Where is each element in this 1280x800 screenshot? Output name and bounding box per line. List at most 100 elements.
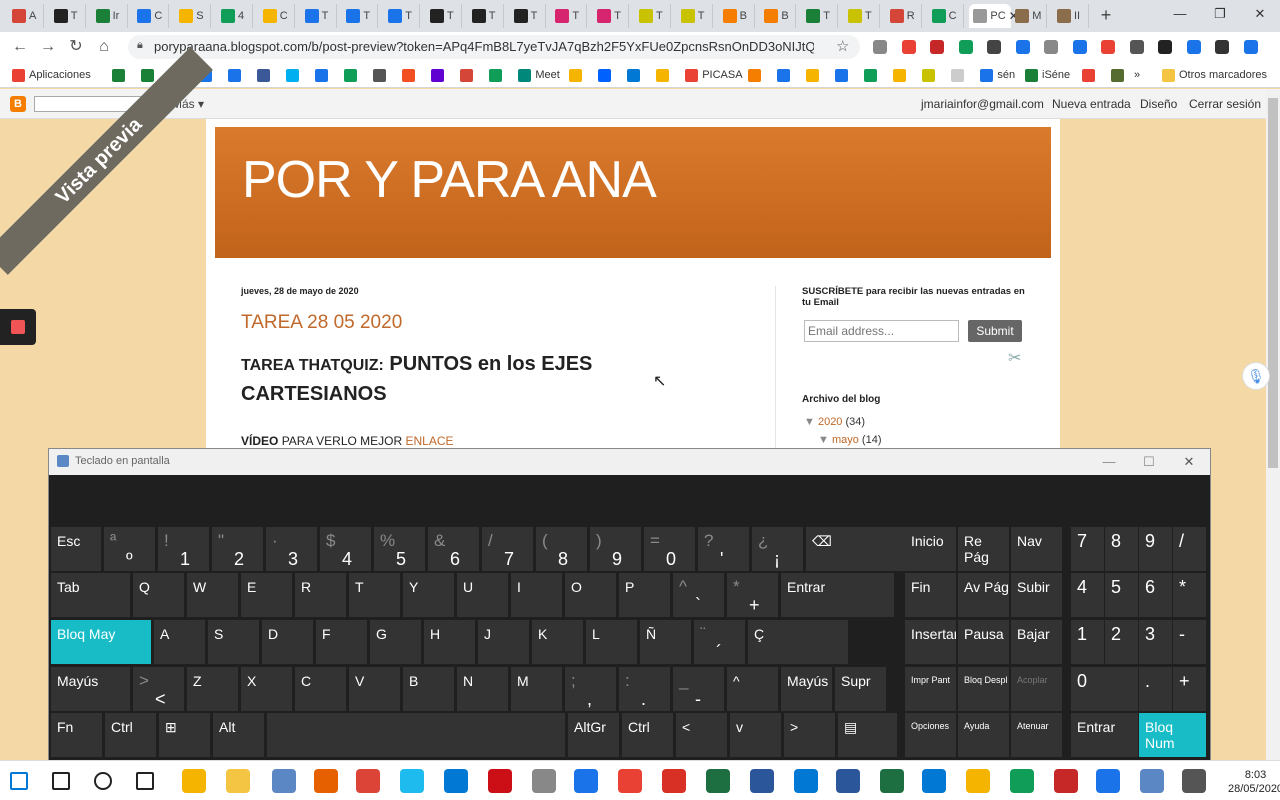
osk-numpad-key[interactable]: * — [1173, 573, 1206, 617]
math-icon[interactable] — [922, 769, 946, 793]
bookmark-item[interactable]: PICASA — [685, 67, 743, 83]
osk-key[interactable]: > — [784, 713, 835, 757]
osk-nav-key[interactable]: Av Pág — [958, 573, 1009, 617]
microphone-icon[interactable]: 🎙︎ — [1242, 362, 1270, 390]
osk-key[interactable]: Ctrl — [622, 713, 673, 757]
home-icon[interactable]: ⌂ — [94, 38, 114, 58]
osk-key[interactable]: C — [295, 667, 346, 711]
browser-tab[interactable]: B — [760, 4, 797, 28]
osk-numpad-key[interactable]: . — [1139, 667, 1172, 711]
osk-key[interactable]: ^ — [727, 667, 778, 711]
osk-key[interactable]: G — [370, 620, 421, 664]
bookmark-item[interactable] — [864, 67, 878, 83]
account-email[interactable]: jmariainfor@gmail.com — [921, 97, 1044, 111]
browser-tab[interactable]: PC ✕ — [969, 4, 1019, 28]
search-icon[interactable] — [52, 772, 70, 790]
osk-nav-key[interactable]: Subir — [1011, 573, 1062, 617]
app3-icon[interactable] — [1054, 769, 1078, 793]
bookmark-item[interactable] — [402, 67, 416, 83]
osk-key[interactable]: M — [511, 667, 562, 711]
osk-key[interactable]: v — [730, 713, 781, 757]
cortana-icon[interactable] — [94, 772, 112, 790]
osk-key[interactable]: J — [478, 620, 529, 664]
osk-key[interactable]: Bloq May — [51, 620, 151, 664]
hangouts-icon[interactable] — [1010, 769, 1034, 793]
app4-icon[interactable] — [1140, 769, 1164, 793]
osk-key[interactable]: Alt — [213, 713, 264, 757]
sign-out-link[interactable]: Cerrar sesión — [1189, 97, 1261, 111]
address-bar[interactable]: 🔒︎ poryparaana.blogspot.com/b/post-previ… — [128, 35, 860, 59]
osk-key[interactable]: K — [532, 620, 583, 664]
extension-icon[interactable] — [1072, 40, 1087, 54]
extension-icon[interactable] — [1243, 40, 1258, 54]
osk-nav-key[interactable]: Impr Pant — [905, 667, 956, 711]
osk-key[interactable]: Fn — [51, 713, 102, 757]
more-bookmarks-icon[interactable]: » — [1134, 67, 1140, 83]
browser-tab[interactable]: T — [677, 4, 713, 28]
bookmark-item[interactable] — [893, 67, 907, 83]
osk-key[interactable]: Entrar — [781, 573, 894, 617]
extension-icon[interactable] — [1215, 40, 1229, 54]
sync-icon[interactable] — [794, 769, 818, 793]
browser-tab[interactable]: T — [802, 4, 839, 28]
chrome-icon[interactable] — [356, 769, 380, 793]
osk-key[interactable]: V — [349, 667, 400, 711]
osk-key[interactable]: Ñ — [640, 620, 691, 664]
bookmark-item[interactable]: Meet — [518, 67, 560, 83]
excel2-icon[interactable] — [880, 769, 904, 793]
osk-key[interactable]: ) 9 — [590, 527, 641, 571]
osk-key[interactable]: < — [676, 713, 727, 757]
osk-key[interactable]: (8 — [536, 527, 587, 571]
bookmark-item[interactable] — [257, 67, 271, 83]
osk-nav-key[interactable]: Acoplar — [1011, 667, 1062, 711]
osk-key[interactable]: Tab — [51, 573, 130, 617]
osk-nav-key[interactable]: Re Pág — [958, 527, 1009, 571]
submit-button[interactable]: Submit — [968, 320, 1022, 342]
osk-numpad-key[interactable]: 1 — [1071, 620, 1104, 664]
browser-tab[interactable]: 4 — [217, 4, 253, 28]
bookmark-item[interactable] — [1082, 67, 1095, 83]
browser-tab[interactable]: M — [1011, 4, 1048, 28]
osk-key[interactable]: P — [619, 573, 670, 617]
browser-tab[interactable]: C — [259, 4, 295, 28]
osk-key[interactable]: F — [316, 620, 367, 664]
extension-icon[interactable] — [873, 40, 887, 54]
minimize-icon[interactable]: — — [1166, 4, 1194, 26]
osk-nav-key[interactable]: Ayuda — [958, 713, 1009, 757]
osk-key[interactable]: AltGr — [568, 713, 619, 757]
tools-icon[interactable]: ✂ — [1008, 348, 1021, 368]
bookmark-item[interactable] — [835, 67, 849, 83]
osk-key[interactable]: = 0 — [644, 527, 695, 571]
bookmark-item[interactable]: Aplicaciones — [12, 67, 91, 83]
osk-nav-key[interactable]: Bloq Despl — [958, 667, 1009, 711]
osk-key[interactable]: X — [241, 667, 292, 711]
task-view-icon[interactable] — [136, 772, 154, 790]
osk-numpad-key[interactable]: Bloq Num — [1139, 713, 1206, 757]
bookmark-item[interactable] — [748, 67, 762, 83]
osk-minimize-icon[interactable]: — — [1097, 452, 1121, 472]
extension-icon[interactable] — [1101, 40, 1115, 54]
osk-numpad-key[interactable]: 9 — [1139, 527, 1172, 571]
osk-numpad-key[interactable]: 7 — [1071, 527, 1104, 571]
bookmark-item[interactable] — [777, 67, 791, 83]
firefox-icon[interactable] — [314, 769, 338, 793]
bookmark-item[interactable] — [489, 67, 503, 83]
browser-tab[interactable]: T — [593, 4, 630, 28]
browser-tab[interactable]: C — [928, 4, 964, 28]
bookmark-item[interactable] — [431, 67, 445, 83]
osk-key[interactable]: D — [262, 620, 313, 664]
osk-key[interactable]: ? ' — [698, 527, 749, 571]
osk-key[interactable]: ^ ` — [673, 573, 724, 617]
osk-key[interactable]: ⊞ — [159, 713, 210, 757]
osk-key[interactable]: A — [154, 620, 205, 664]
subscribe-email-input[interactable] — [804, 320, 959, 342]
excel-icon[interactable] — [706, 769, 730, 793]
osk-key[interactable]: ! 1 — [158, 527, 209, 571]
osk-key[interactable]: Mayús — [51, 667, 130, 711]
osk-key[interactable]: Mayús — [781, 667, 832, 711]
extension-icon[interactable] — [930, 40, 944, 54]
browser-tab[interactable]: T — [426, 4, 462, 28]
archive-year-2020[interactable]: ▼ 2020 (34) — [804, 416, 865, 428]
osk-key[interactable]: Supr — [835, 667, 886, 711]
bookmark-item[interactable] — [598, 67, 612, 83]
